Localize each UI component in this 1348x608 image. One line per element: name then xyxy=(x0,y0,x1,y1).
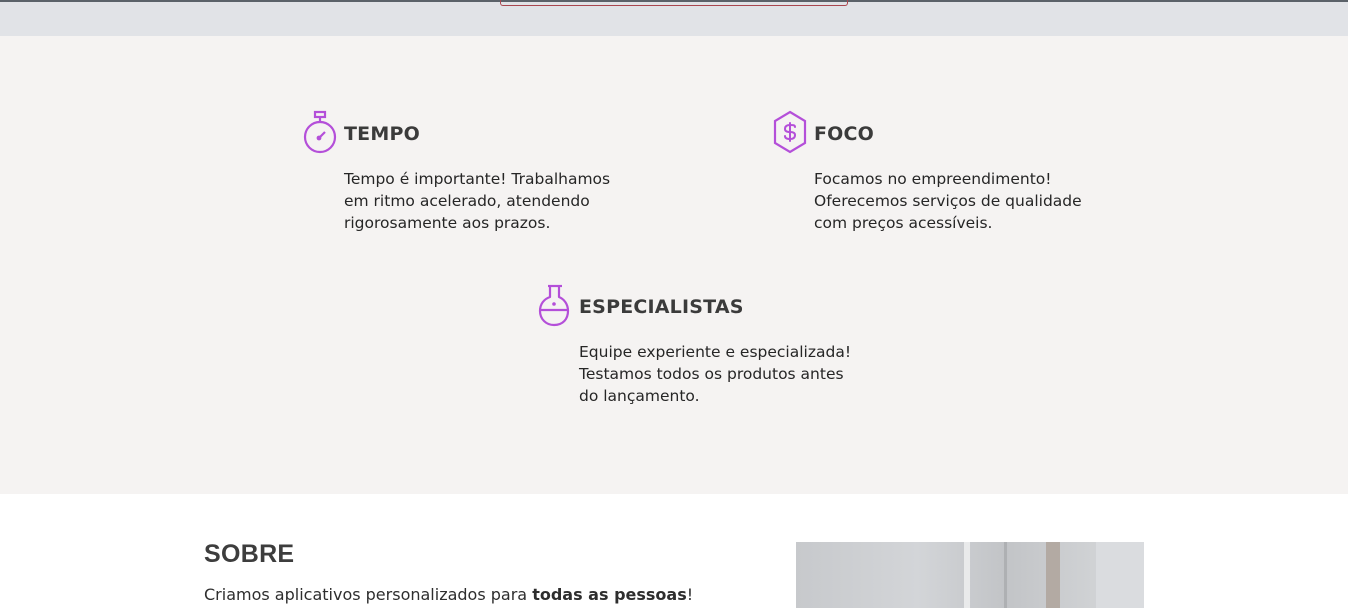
feature-description: Equipe experiente e especializada! Testa… xyxy=(579,341,869,407)
about-section: SOBRE Criamos aplicativos personalizados… xyxy=(0,494,1348,608)
features-section: TEMPO Tempo é importante! Trabalhamos em… xyxy=(0,36,1348,494)
description-line: do lançamento. xyxy=(579,387,700,405)
feature-title: ESPECIALISTAS xyxy=(579,296,744,318)
feature-description: Tempo é importante! Trabalhamos em ritmo… xyxy=(344,168,634,234)
description-line: Testamos todos os produtos antes xyxy=(579,365,844,383)
description-line: Tempo é importante! Trabalhamos xyxy=(344,170,611,188)
about-text-part: Criamos aplicativos personalizados para xyxy=(204,585,533,604)
description-line: com preços acessíveis. xyxy=(814,214,993,232)
description-line: Focamos no empreendimento! xyxy=(814,170,1052,188)
about-text-bold: todas as pessoas xyxy=(532,585,687,604)
description-line: Oferecemos serviços de qualidade xyxy=(814,192,1082,210)
description-line: Equipe experiente e especializada! xyxy=(579,343,852,361)
description-line: rigorosamente aos prazos. xyxy=(344,214,551,232)
cta-button-edge[interactable] xyxy=(500,0,848,6)
feature-description: Focamos no empreendimento! Oferecemos se… xyxy=(814,168,1104,234)
stopwatch-icon xyxy=(303,110,337,154)
dollar-hexagon-icon xyxy=(773,110,807,154)
about-title: SOBRE xyxy=(204,540,295,568)
feature-title: TEMPO xyxy=(344,123,420,145)
about-text: Criamos aplicativos personalizados para … xyxy=(204,585,693,604)
about-text-part: ! xyxy=(686,585,694,604)
description-line: em ritmo acelerado, atendendo xyxy=(344,192,590,210)
top-nav-strip xyxy=(0,0,1348,36)
flask-icon xyxy=(538,283,572,327)
feature-title: FOCO xyxy=(814,123,875,145)
about-photo xyxy=(796,542,1144,608)
